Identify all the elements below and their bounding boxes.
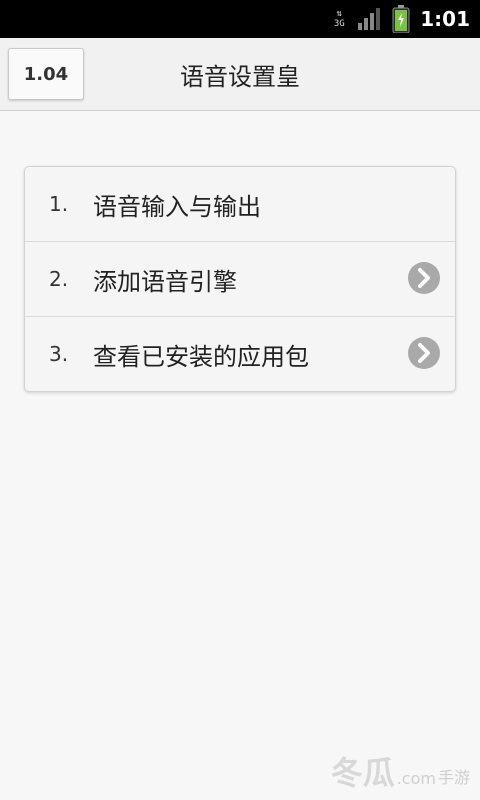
- chevron-right-icon[interactable]: [407, 261, 441, 295]
- item-label: 语音输入与输出: [93, 192, 261, 221]
- network-type-icon: ⇅ 3G: [330, 8, 348, 30]
- menu-item-installed-packages[interactable]: 3. 查看已安装的应用包: [25, 317, 455, 391]
- item-number: 3.: [49, 342, 69, 366]
- title-bar: 语音设置皇 1.04: [0, 38, 480, 111]
- menu-item-voice-io[interactable]: 1. 语音输入与输出: [25, 167, 455, 242]
- version-button[interactable]: 1.04: [8, 48, 84, 100]
- status-bar: ⇅ 3G 1:01: [0, 0, 480, 38]
- battery-icon: [392, 5, 410, 33]
- chevron-right-icon[interactable]: [407, 336, 441, 370]
- menu-list: 1. 语音输入与输出 2. 添加语音引擎 3. 查看已安装的应用包: [24, 166, 456, 392]
- network-arrows: ⇅: [336, 9, 342, 19]
- watermark-logo: 冬瓜 .com 手游: [331, 748, 470, 794]
- item-label: 添加语音引擎: [93, 267, 237, 296]
- signal-icon: [358, 8, 382, 30]
- menu-item-add-engine[interactable]: 2. 添加语音引擎: [25, 242, 455, 317]
- watermark-mark: 冬瓜: [330, 754, 395, 792]
- watermark-domain: .com: [396, 769, 436, 788]
- clock: 1:01: [420, 7, 470, 31]
- watermark-tag: 手游: [437, 768, 470, 787]
- item-number: 1.: [49, 192, 69, 216]
- item-number: 2.: [49, 267, 69, 291]
- status-icons: ⇅ 3G 1:01: [330, 0, 470, 38]
- network-label: 3G: [333, 19, 345, 29]
- item-label: 查看已安装的应用包: [93, 342, 309, 371]
